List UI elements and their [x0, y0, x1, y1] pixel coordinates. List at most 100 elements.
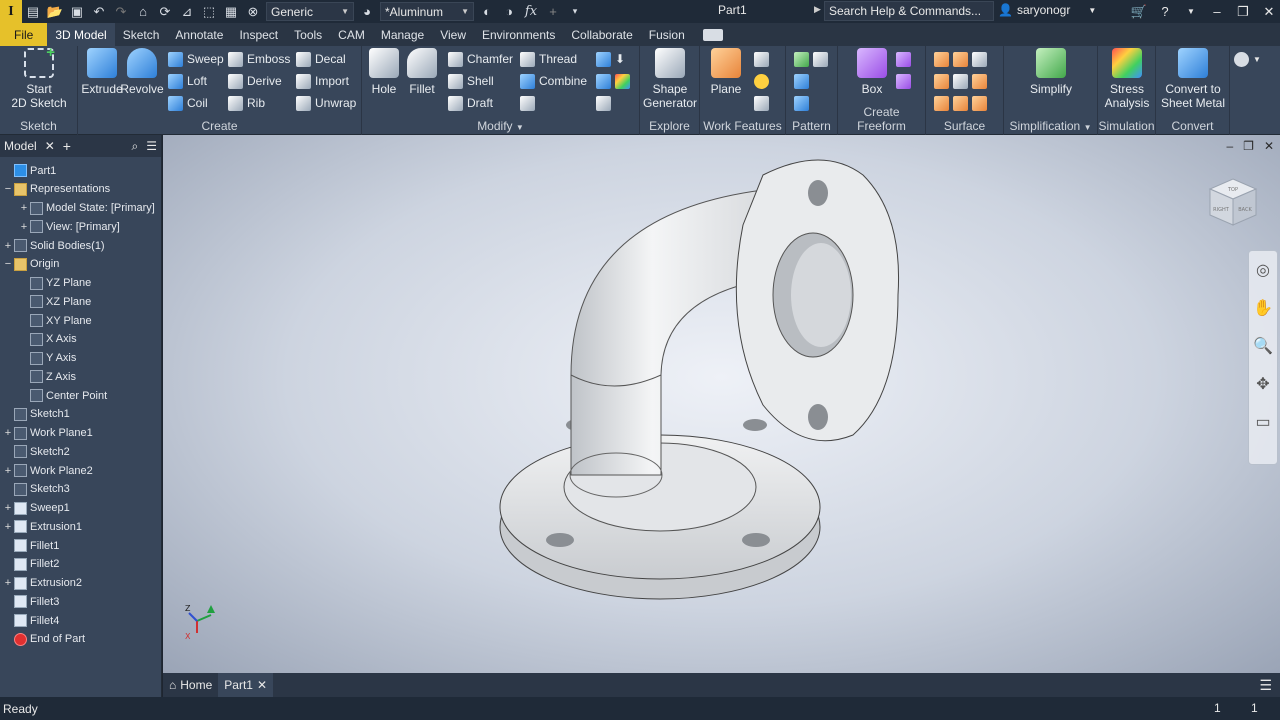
measure-icon[interactable]: ⊿	[176, 2, 198, 22]
part-model[interactable]	[163, 135, 1280, 673]
decal-button[interactable]: Decal	[296, 50, 346, 68]
menu-icon[interactable]: ☰	[146, 139, 157, 154]
coil-button[interactable]: Coil	[168, 94, 208, 112]
ucs-button[interactable]	[754, 94, 769, 112]
tree-node[interactable]: + Sweep1	[0, 499, 70, 518]
hole-button[interactable]: Hole	[366, 48, 402, 96]
add-icon[interactable]: +	[542, 2, 564, 22]
doc-tab-part1[interactable]: Part1 ✕	[218, 673, 274, 697]
undo-icon[interactable]: ↶	[88, 2, 110, 22]
color-wheel-icon[interactable]: ◕	[356, 2, 378, 22]
tree-node[interactable]: Z Axis	[0, 367, 76, 386]
tree-node[interactable]: + Extrusion1	[0, 517, 82, 536]
emboss-button[interactable]: Emboss	[228, 50, 290, 68]
combine-button[interactable]: Combine	[520, 72, 587, 90]
tab-sketch[interactable]: Sketch	[115, 23, 168, 46]
delete-face-button[interactable]	[596, 94, 611, 112]
extrude-button[interactable]: Extrude	[81, 48, 123, 96]
appearance-select[interactable]: Generic ▼	[266, 2, 354, 21]
freeform-plane-button[interactable]	[896, 50, 911, 68]
split-button[interactable]	[520, 94, 535, 112]
chamfer-button[interactable]: Chamfer	[448, 50, 513, 68]
tree-node[interactable]: Sketch1	[0, 405, 70, 424]
add-tab-icon[interactable]: +	[63, 138, 71, 154]
import-button[interactable]: Import	[296, 72, 349, 90]
tab-view[interactable]: View	[432, 23, 474, 46]
sweep-button[interactable]: Sweep	[168, 50, 224, 68]
chevron-right-icon[interactable]: ▶	[814, 4, 821, 15]
pan-icon[interactable]: ✋	[1249, 289, 1277, 327]
tree-node[interactable]: Sketch2	[0, 442, 70, 461]
orbit-icon[interactable]: ✥	[1249, 365, 1277, 403]
tab-inspect[interactable]: Inspect	[231, 23, 286, 46]
stitch-button[interactable]	[934, 50, 987, 68]
new-file-icon[interactable]: ▤	[22, 2, 44, 22]
expand-icon[interactable]: +	[18, 221, 30, 233]
appearance-icon[interactable]: ◐	[476, 2, 498, 22]
chevron-down-icon[interactable]: ▼	[1180, 7, 1202, 16]
rectangular-pattern-button[interactable]	[794, 50, 828, 68]
axis-button[interactable]	[754, 50, 769, 68]
convert-sheet-metal-button[interactable]: Convert to Sheet Metal	[1158, 48, 1228, 110]
expand-icon[interactable]: +	[2, 465, 14, 477]
trim-button[interactable]	[934, 72, 987, 90]
tree-node[interactable]: Center Point	[0, 386, 107, 405]
graphics-viewport[interactable]: – ❐ ✕ TOP RIGHT BACK ◎ ✋ 🔍 ✥ ▭ Z X	[163, 135, 1280, 673]
tree-node[interactable]: End of Part	[0, 630, 85, 649]
redo-icon[interactable]: ↷	[110, 2, 132, 22]
search-icon[interactable]: ⌕	[132, 139, 139, 154]
open-folder-icon[interactable]: 📂	[44, 2, 66, 22]
unwrap-button[interactable]: Unwrap	[296, 94, 356, 112]
point-button[interactable]	[754, 72, 769, 90]
user-account[interactable]: 👤 saryonogr ▼	[998, 3, 1096, 17]
collapse-icon[interactable]: −	[2, 258, 14, 270]
tree-node[interactable]: Fillet3	[0, 592, 59, 611]
fx-parameters-icon[interactable]: fx	[520, 2, 542, 22]
material-select[interactable]: *Aluminum ▼	[380, 2, 474, 21]
tab-cam[interactable]: CAM	[330, 23, 373, 46]
loft-button[interactable]: Loft	[168, 72, 207, 90]
fillet-button[interactable]: Fillet	[404, 48, 440, 96]
close-icon[interactable]: ✕	[45, 139, 55, 153]
tree-node[interactable]: − Origin	[0, 255, 59, 274]
chevron-down-icon[interactable]: ▼	[516, 123, 524, 132]
save-icon[interactable]: ▣	[66, 2, 88, 22]
expand-icon[interactable]: +	[2, 577, 14, 589]
close-circle-icon[interactable]: ⊗	[242, 2, 264, 22]
tab-file[interactable]: File	[0, 23, 48, 46]
freeform-cylinder-button[interactable]	[896, 72, 911, 90]
tree-node[interactable]: + View: [Primary]	[0, 217, 120, 236]
search-input[interactable]: Search Help & Commands...	[824, 1, 994, 21]
draft-button[interactable]: Draft	[448, 94, 493, 112]
viewcube-back-label[interactable]: BACK	[1238, 207, 1252, 213]
tree-node[interactable]: Y Axis	[0, 349, 76, 368]
collapse-icon[interactable]: −	[2, 183, 14, 195]
tree-node[interactable]: XY Plane	[0, 311, 92, 330]
cart-icon[interactable]: 🛒	[1128, 4, 1150, 20]
tab-fusion[interactable]: Fusion	[641, 23, 693, 46]
expand-icon[interactable]: +	[2, 240, 14, 252]
ribbon-expand-button[interactable]: ▼	[1234, 52, 1261, 67]
tab-environments[interactable]: Environments	[474, 23, 563, 46]
expand-icon[interactable]: +	[2, 427, 14, 439]
expand-icon[interactable]: +	[2, 502, 14, 514]
doc-tab-home[interactable]: ⌂ Home	[163, 673, 218, 697]
tab-annotate[interactable]: Annotate	[167, 23, 231, 46]
derive-button[interactable]: Derive	[228, 72, 282, 90]
start-sketch-button[interactable]: + Start 2D Sketch	[10, 45, 68, 110]
tree-node[interactable]: Fillet1	[0, 536, 59, 555]
tree-node[interactable]: Part1	[0, 161, 56, 180]
tree-node[interactable]: Sketch3	[0, 480, 70, 499]
revolve-button[interactable]: Revolve	[120, 48, 164, 96]
browser-tab-model[interactable]: Model	[4, 139, 37, 153]
repair-button[interactable]	[934, 94, 987, 112]
tree-node[interactable]: + Extrusion2	[0, 574, 82, 593]
move-face-button[interactable]: ⬇	[596, 50, 625, 68]
tree-node[interactable]: XZ Plane	[0, 292, 91, 311]
properties-icon[interactable]: ▦	[220, 2, 242, 22]
sketch-pattern-button[interactable]	[794, 94, 809, 112]
view-cube[interactable]: TOP RIGHT BACK	[1208, 177, 1258, 227]
tree-node[interactable]: X Axis	[0, 330, 77, 349]
thread-button[interactable]: Thread	[520, 50, 577, 68]
tree-node[interactable]: + Work Plane2	[0, 461, 93, 480]
